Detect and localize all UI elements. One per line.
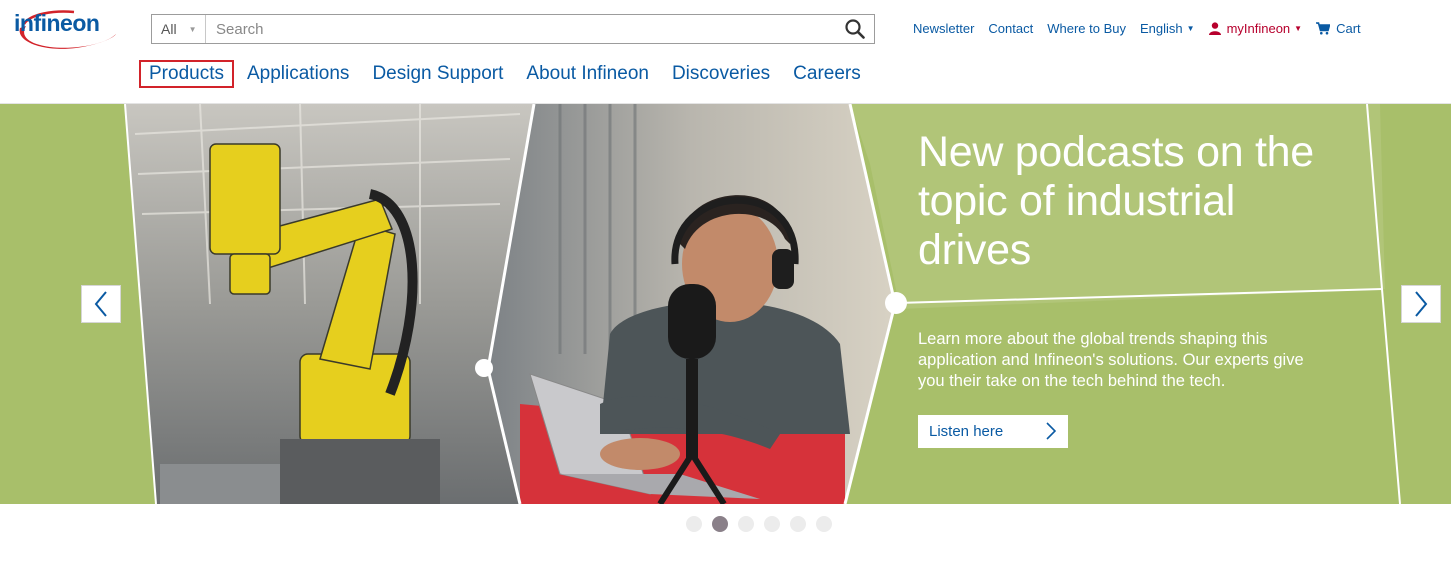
- hero-carousel: New podcasts on the topic of industrial …: [0, 104, 1451, 504]
- nav-design-support[interactable]: Design Support: [362, 60, 513, 88]
- chevron-right-icon: [1415, 291, 1428, 317]
- top-utility-nav: Newsletter Contact Where to Buy English …: [913, 21, 1375, 36]
- where-to-buy-link[interactable]: Where to Buy: [1047, 21, 1126, 36]
- nav-about-infineon[interactable]: About Infineon: [516, 60, 659, 88]
- newsletter-link[interactable]: Newsletter: [913, 21, 974, 36]
- carousel-dot-6[interactable]: [816, 516, 832, 532]
- caret-down-icon: ▼: [188, 24, 197, 34]
- site-header: infineon All ▼ Newsletter Contact Where …: [0, 0, 1451, 104]
- language-label: English: [1140, 21, 1183, 36]
- nav-products[interactable]: Products: [139, 60, 234, 88]
- nav-applications[interactable]: Applications: [237, 60, 359, 88]
- carousel-dot-2[interactable]: [712, 516, 728, 532]
- nav-discoveries[interactable]: Discoveries: [662, 60, 780, 88]
- cart-icon: [1316, 22, 1331, 35]
- cart-label: Cart: [1336, 21, 1361, 36]
- search-scope-label: All: [161, 21, 177, 37]
- user-icon: [1208, 22, 1221, 35]
- listen-here-label: Listen here: [929, 423, 1004, 440]
- nav-careers[interactable]: Careers: [783, 60, 871, 88]
- carousel-dot-5[interactable]: [790, 516, 806, 532]
- carousel-prev-button[interactable]: [81, 285, 121, 323]
- carousel-dot-1[interactable]: [686, 516, 702, 532]
- carousel-indicators: [686, 516, 842, 532]
- listen-here-button[interactable]: Listen here: [918, 415, 1068, 448]
- language-dropdown[interactable]: English ▼: [1140, 21, 1195, 36]
- carousel-dot-4[interactable]: [764, 516, 780, 532]
- chevron-right-icon: [1046, 422, 1056, 440]
- caret-down-icon: ▼: [1186, 24, 1195, 33]
- cart-link[interactable]: Cart: [1316, 21, 1361, 36]
- hero-description: Learn more about the global trends shapi…: [918, 330, 1304, 390]
- contact-link[interactable]: Contact: [988, 21, 1033, 36]
- chevron-left-icon: [94, 291, 107, 317]
- caret-down-icon: ▼: [1294, 24, 1303, 33]
- carousel-next-button[interactable]: [1401, 285, 1441, 323]
- hero-title: New podcasts on the topic of industrial …: [918, 128, 1314, 274]
- myinfineon-dropdown[interactable]: myInfineon ▼: [1208, 21, 1303, 36]
- main-nav: Products Applications Design Support Abo…: [139, 60, 874, 88]
- search-button[interactable]: [836, 15, 874, 43]
- carousel-dot-3[interactable]: [738, 516, 754, 532]
- search-bar: All ▼: [151, 14, 875, 44]
- logo-text: infineon: [14, 10, 100, 36]
- search-icon: [845, 19, 865, 39]
- search-scope-select[interactable]: All ▼: [152, 15, 206, 43]
- myinfineon-label: myInfineon: [1226, 21, 1291, 36]
- search-input[interactable]: [206, 15, 836, 43]
